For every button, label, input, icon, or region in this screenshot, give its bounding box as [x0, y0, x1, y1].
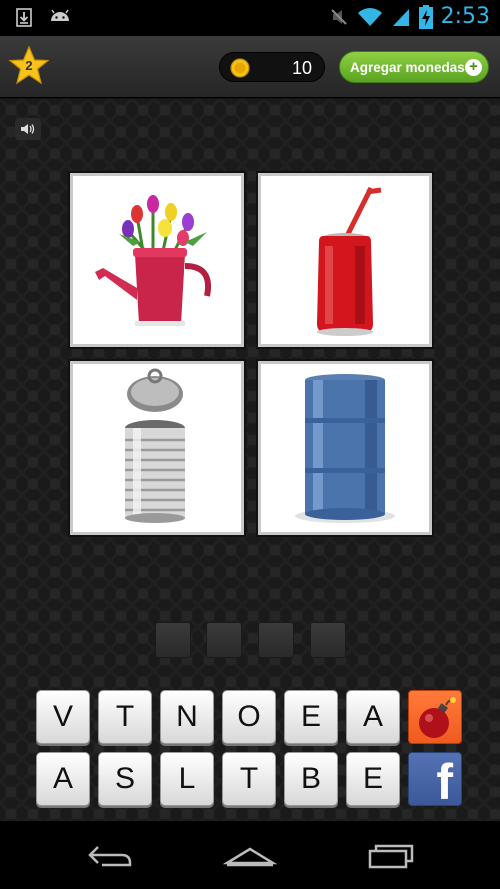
soda-can-image [317, 186, 382, 336]
back-icon[interactable] [84, 841, 138, 871]
mute-icon [330, 8, 347, 25]
answer-slot-3[interactable] [258, 622, 294, 658]
download-icon [16, 8, 32, 27]
bomb-hint-button[interactable] [408, 690, 462, 744]
navigation-bar [0, 821, 500, 889]
letter-keyboard: V T N O E A A S L T B E f [0, 686, 500, 821]
answer-slot-4[interactable] [310, 622, 346, 658]
letter-key[interactable]: N [160, 690, 214, 744]
signal-icon [392, 8, 409, 26]
facebook-share-button[interactable]: f [408, 752, 462, 806]
letter-key[interactable]: A [36, 752, 90, 806]
picture-barrel[interactable] [258, 361, 432, 535]
coin-icon [230, 58, 250, 78]
sound-button[interactable] [15, 118, 41, 140]
letter-key[interactable]: T [98, 690, 152, 744]
letter-key[interactable]: E [284, 690, 338, 744]
letter-key[interactable]: V [36, 690, 90, 744]
letter-key[interactable]: A [346, 690, 400, 744]
picture-tin-can[interactable] [70, 361, 244, 535]
speaker-icon [21, 124, 35, 134]
coin-count: 10 [291, 58, 312, 78]
add-coins-label: Agregar monedas [350, 59, 465, 75]
barrel-image [295, 374, 395, 523]
bomb-icon [419, 697, 456, 738]
letter-key[interactable]: B [284, 752, 338, 806]
game-top-bar: 2 10 Agregar monedas + [0, 36, 500, 98]
add-coins-button[interactable]: Agregar monedas + [339, 51, 489, 83]
tin-can-image [125, 368, 185, 523]
plus-icon: + [465, 59, 482, 76]
clock: 2:53 [440, 4, 490, 29]
answer-slot-2[interactable] [206, 622, 242, 658]
recent-apps-icon[interactable] [362, 841, 416, 871]
letter-key[interactable]: O [222, 690, 276, 744]
home-icon[interactable] [223, 841, 277, 871]
battery-charging-icon [418, 4, 433, 29]
letter-key[interactable]: L [160, 752, 214, 806]
wifi-icon [357, 7, 382, 26]
letter-key[interactable]: S [98, 752, 152, 806]
picture-soda-can[interactable] [258, 173, 432, 347]
status-bar: 2:53 [0, 0, 500, 36]
watering-can-image [95, 195, 211, 326]
picture-watering-can[interactable] [70, 173, 244, 347]
letter-key[interactable]: T [222, 752, 276, 806]
letter-key[interactable]: E [346, 752, 400, 806]
answer-slot-1[interactable] [155, 622, 191, 658]
facebook-icon: f [436, 754, 453, 806]
level-number: 2 [25, 58, 33, 73]
coin-counter: 10 [219, 52, 325, 82]
android-icon [51, 9, 69, 21]
